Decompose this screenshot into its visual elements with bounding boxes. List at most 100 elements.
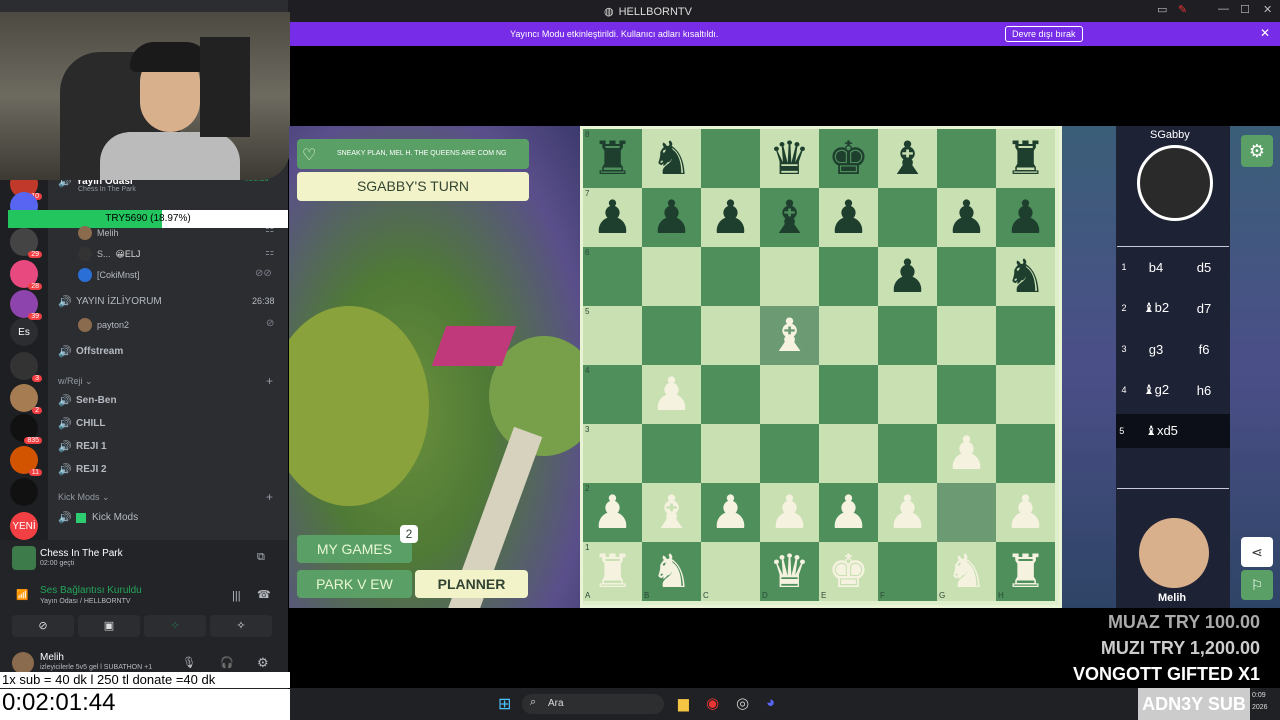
windows-start-icon[interactable]: ⊞	[498, 694, 511, 714]
board-square[interactable]: C	[701, 542, 760, 601]
minimize-icon[interactable]: —	[1218, 3, 1229, 15]
microphone-icon[interactable]: 🎙	[182, 656, 196, 669]
close-icon[interactable]: ✕	[1263, 3, 1272, 16]
board-square[interactable]	[878, 365, 937, 424]
board-square[interactable]	[701, 365, 760, 424]
white-pawn-icon[interactable]: ♟	[1005, 486, 1046, 538]
board-square[interactable]	[701, 129, 760, 188]
board-square[interactable]: ♟	[760, 483, 819, 542]
black-rook-icon[interactable]: ♜	[1005, 132, 1046, 184]
headphones-icon[interactable]: 🎧	[220, 656, 234, 669]
chess-board[interactable]: ♜ 8 ♞ ♛ ♚ ♝ ♜ ♟ 7 ♟ ♟ ♝ ♟ ♟ ♟ 6 ♟ ♞ 5 ♝ 4 ♟ 3 ♟ ♟ 2 ♝ ♟ ♟ ♟ ♟ ♟ ♜ 1 A ♞ B C ♛ D…	[580, 126, 1062, 608]
board-square[interactable]: ♛ D	[760, 542, 819, 601]
user-settings-icon[interactable]: ⚙	[257, 655, 269, 671]
server-icon[interactable]: 3	[10, 352, 42, 382]
server-icon[interactable]: 11	[10, 446, 42, 476]
board-square[interactable]: F	[878, 542, 937, 601]
board-square[interactable]: ♟	[878, 247, 937, 306]
black-pawn-icon[interactable]: ♟	[946, 191, 987, 243]
board-square[interactable]: 4	[583, 365, 642, 424]
board-square[interactable]: ♞	[996, 247, 1055, 306]
voice-channel-yayin-izliyorum[interactable]: 🔊 YAYIN İZLİYORUM	[58, 295, 162, 308]
board-square[interactable]: ♟ 7	[583, 188, 642, 247]
board-square[interactable]: ♚ E	[819, 542, 878, 601]
board-square[interactable]: ♝	[760, 306, 819, 365]
chrome-icon[interactable]: ◉	[706, 694, 719, 712]
add-channel-icon[interactable]: +	[266, 490, 273, 504]
voice-user[interactable]: payton2	[78, 318, 129, 332]
board-square[interactable]: ♜	[996, 129, 1055, 188]
discord-icon[interactable]: ◕	[766, 694, 775, 711]
avatar[interactable]	[12, 652, 34, 674]
white-pawn-icon[interactable]: ♟	[769, 486, 810, 538]
board-square[interactable]	[937, 483, 996, 542]
voice-user[interactable]: [CokiMnst]	[78, 268, 140, 282]
voice-channel[interactable]: 🔊 REJI 2	[58, 463, 107, 476]
board-square[interactable]: 5	[583, 306, 642, 365]
board-square[interactable]	[937, 365, 996, 424]
board-square[interactable]: ♞	[642, 129, 701, 188]
board-square[interactable]	[996, 365, 1055, 424]
board-square[interactable]: ♜ 1 A	[583, 542, 642, 601]
board-square[interactable]: ♚	[819, 129, 878, 188]
category-w-reji[interactable]: w/Reji ⌄	[58, 376, 93, 387]
board-square[interactable]	[760, 247, 819, 306]
black-queen-icon[interactable]: ♛	[769, 132, 810, 184]
board-square[interactable]	[760, 365, 819, 424]
board-square[interactable]	[996, 306, 1055, 365]
maximize-icon[interactable]: ☐	[1240, 3, 1250, 16]
planner-button[interactable]: PLANNER	[415, 570, 528, 598]
disable-streamer-mode-button[interactable]: Devre dışı bırak	[1005, 26, 1083, 42]
white-bishop-icon[interactable]: ♝	[769, 309, 810, 361]
board-square[interactable]: ♟ 2	[583, 483, 642, 542]
board-square[interactable]: 6	[583, 247, 642, 306]
noise-icon[interactable]: |||	[232, 590, 241, 602]
black-pawn-icon[interactable]: ♟	[1005, 191, 1046, 243]
white-move[interactable]: ♝g2	[1132, 382, 1180, 398]
my-games-button[interactable]: MY GAMES	[297, 535, 412, 563]
board-square[interactable]	[937, 306, 996, 365]
board-square[interactable]	[878, 424, 937, 483]
share-icon[interactable]: ⋖	[1241, 537, 1273, 567]
white-pawn-icon[interactable]: ♟	[651, 368, 692, 420]
board-square[interactable]: ♟	[878, 483, 937, 542]
white-pawn-icon[interactable]: ♟	[828, 486, 869, 538]
voice-channel[interactable]: 🔊 REJI 1	[58, 440, 107, 453]
white-king-icon[interactable]: ♚	[828, 545, 869, 597]
screen-share-button[interactable]: ▣	[78, 615, 140, 637]
voice-channel-kick-mods[interactable]: 🔊 Kick Mods	[58, 511, 138, 524]
black-move[interactable]: d5	[1180, 260, 1228, 275]
voice-channel[interactable]: 🔊 CHILL	[58, 417, 105, 430]
board-square[interactable]: ♟	[937, 424, 996, 483]
voice-user[interactable]: Melih	[78, 226, 119, 240]
board-square[interactable]: ♛	[760, 129, 819, 188]
black-knight-icon[interactable]: ♞	[1005, 250, 1046, 302]
board-square[interactable]	[642, 306, 701, 365]
black-move[interactable]: d7	[1180, 301, 1228, 316]
board-square[interactable]	[996, 424, 1055, 483]
black-pawn-icon[interactable]: ♟	[887, 250, 928, 302]
activity-popout-icon[interactable]: ⧉	[257, 551, 265, 564]
settings-gear-icon[interactable]: ⚙	[1241, 135, 1273, 167]
board-square[interactable]	[642, 247, 701, 306]
board-square[interactable]	[937, 247, 996, 306]
activities-button[interactable]: ⁘	[144, 615, 206, 637]
black-pawn-icon[interactable]: ♟	[592, 191, 633, 243]
white-rook-icon[interactable]: ♜	[1005, 545, 1046, 597]
voice-channel[interactable]: 🔊 Sen-Ben	[58, 394, 117, 407]
board-square[interactable]: ♟	[819, 483, 878, 542]
black-king-icon[interactable]: ♚	[828, 132, 869, 184]
board-square[interactable]: ♟	[701, 483, 760, 542]
board-square[interactable]	[701, 424, 760, 483]
board-square[interactable]	[937, 129, 996, 188]
close-banner-icon[interactable]: ✕	[1260, 26, 1270, 40]
server-icon[interactable]	[10, 478, 38, 506]
board-square[interactable]: 3	[583, 424, 642, 483]
board-square[interactable]	[642, 424, 701, 483]
voice-channel-offstream[interactable]: 🔊 Offstream	[58, 345, 123, 358]
voice-user[interactable]: S... 😀ELJ	[78, 247, 140, 261]
white-queen-icon[interactable]: ♛	[769, 545, 810, 597]
board-square[interactable]	[819, 424, 878, 483]
black-rook-icon[interactable]: ♜	[592, 132, 633, 184]
server-icon[interactable]: 2	[10, 384, 42, 414]
